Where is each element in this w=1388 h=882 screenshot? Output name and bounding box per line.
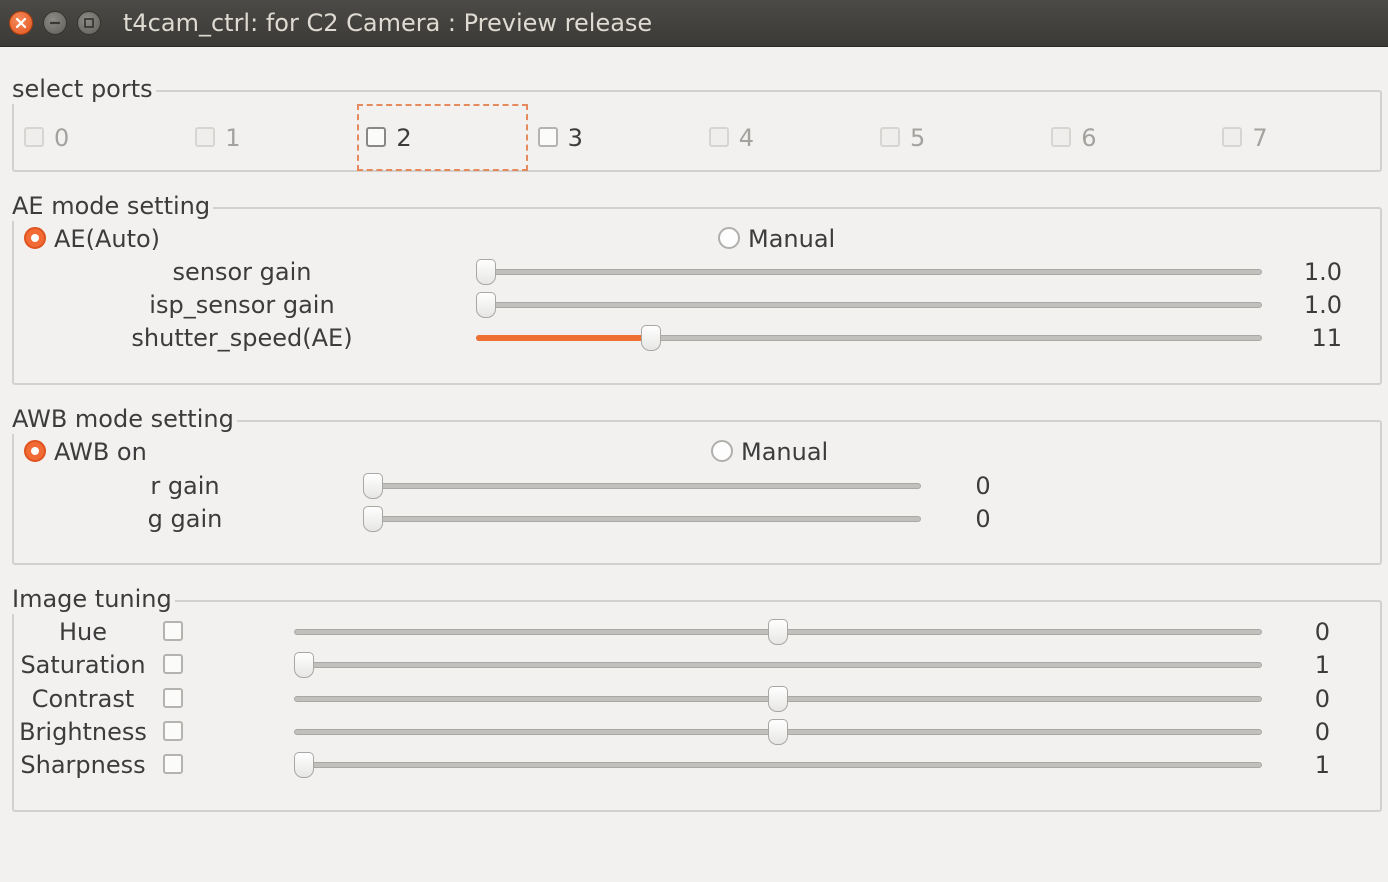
close-window-button[interactable] <box>9 11 33 35</box>
ae-slider-2-fill <box>476 335 651 341</box>
hue-label: Hue <box>58 618 108 646</box>
awb-slider-value: 0 <box>975 472 991 500</box>
port-3-label[interactable]: 3 <box>568 123 583 153</box>
saturation-slider-track[interactable] <box>294 662 1262 669</box>
sharpness-value: 1 <box>1314 751 1330 780</box>
minimize-icon <box>49 21 61 25</box>
ae-slider-2-thumb[interactable] <box>640 325 661 351</box>
port-5-checkbox <box>880 127 900 147</box>
port-4-label: 4 <box>738 124 755 152</box>
ports-group <box>12 90 1382 172</box>
ae-slider-value: 11 <box>1311 324 1342 352</box>
port-6-label: 6 <box>1081 124 1097 152</box>
hue-checkbox[interactable] <box>163 621 183 641</box>
awb-slider-0-thumb[interactable] <box>363 473 383 499</box>
brightness-label: Brightness <box>19 717 147 746</box>
awb-slider-value: 0 <box>975 505 991 533</box>
ports-group-title: select ports <box>12 74 156 104</box>
awb-on-radio[interactable] <box>24 440 46 462</box>
maximize-window-button[interactable] <box>77 11 101 35</box>
hue-slider-thumb[interactable] <box>768 619 788 645</box>
saturation-checkbox[interactable] <box>163 654 183 675</box>
ae-auto-label[interactable]: AE(Auto) <box>54 224 160 254</box>
ae-slider-label: sensor gain <box>172 258 312 286</box>
port-5-label: 5 <box>910 124 926 152</box>
port-1-checkbox <box>195 127 216 147</box>
ae-manual-label[interactable]: Manual <box>748 224 835 254</box>
maximize-icon <box>84 18 94 28</box>
port-4-checkbox <box>708 127 729 147</box>
awb-slider-label: g gain <box>147 505 223 533</box>
ae-slider-1-thumb[interactable] <box>476 292 496 318</box>
brightness-checkbox[interactable] <box>163 720 183 741</box>
tuning-group-title: Image tuning <box>12 584 175 614</box>
contrast-value: 0 <box>1314 684 1330 713</box>
saturation-label: Saturation <box>20 651 146 680</box>
ae-slider-value: 1.0 <box>1303 291 1342 319</box>
brightness-value: 0 <box>1314 717 1330 746</box>
awb-manual-label[interactable]: Manual <box>741 437 828 467</box>
port-7-label: 7 <box>1252 124 1268 152</box>
awb-slider-1-track[interactable] <box>363 516 921 522</box>
saturation-slider-thumb[interactable] <box>294 652 314 679</box>
sharpness-label: Sharpness <box>20 751 146 780</box>
contrast-label: Contrast <box>31 684 135 713</box>
ae-slider-label: isp_sensor gain <box>149 291 335 319</box>
port-2-checkbox[interactable] <box>366 127 387 147</box>
awb-manual-radio[interactable] <box>711 440 733 462</box>
contrast-slider-thumb[interactable] <box>768 685 788 712</box>
sharpness-slider-track[interactable] <box>294 762 1262 769</box>
ae-slider-0-thumb[interactable] <box>476 259 496 285</box>
contrast-checkbox[interactable] <box>163 687 183 708</box>
hue-value: 0 <box>1314 618 1330 646</box>
port-7-checkbox <box>1222 127 1243 147</box>
sharpness-checkbox[interactable] <box>163 754 183 775</box>
port-1-label: 1 <box>225 124 241 152</box>
port-0-label: 0 <box>54 124 70 152</box>
ae-slider-value: 1.0 <box>1303 258 1342 286</box>
port-3-checkbox[interactable] <box>537 127 558 147</box>
minimize-window-button[interactable] <box>43 11 67 35</box>
awb-slider-label: r gain <box>150 472 220 500</box>
ae-manual-radio[interactable] <box>718 227 740 249</box>
brightness-slider-thumb[interactable] <box>768 718 788 745</box>
port-6-checkbox <box>1051 127 1072 147</box>
close-icon <box>15 17 27 29</box>
window-title: t4cam_ctrl: for C2 Camera : Preview rele… <box>123 9 653 37</box>
ae-group-title: AE mode setting <box>12 191 214 221</box>
awb-slider-0-track[interactable] <box>363 483 921 489</box>
awb-on-label[interactable]: AWB on <box>54 437 147 467</box>
ae-slider-0-track[interactable] <box>476 269 1262 275</box>
saturation-value: 1 <box>1314 651 1330 680</box>
ae-slider-1-track[interactable] <box>476 302 1262 308</box>
sharpness-slider-thumb[interactable] <box>294 752 314 779</box>
port-0-checkbox <box>24 127 44 147</box>
awb-group-title: AWB mode setting <box>12 404 237 434</box>
awb-slider-1-thumb[interactable] <box>363 506 383 532</box>
port-2-label[interactable]: 2 <box>396 123 411 153</box>
title-bar: t4cam_ctrl: for C2 Camera : Preview rele… <box>0 0 1388 47</box>
ae-auto-radio[interactable] <box>24 227 46 249</box>
ae-slider-label: shutter_speed(AE) <box>131 324 353 352</box>
